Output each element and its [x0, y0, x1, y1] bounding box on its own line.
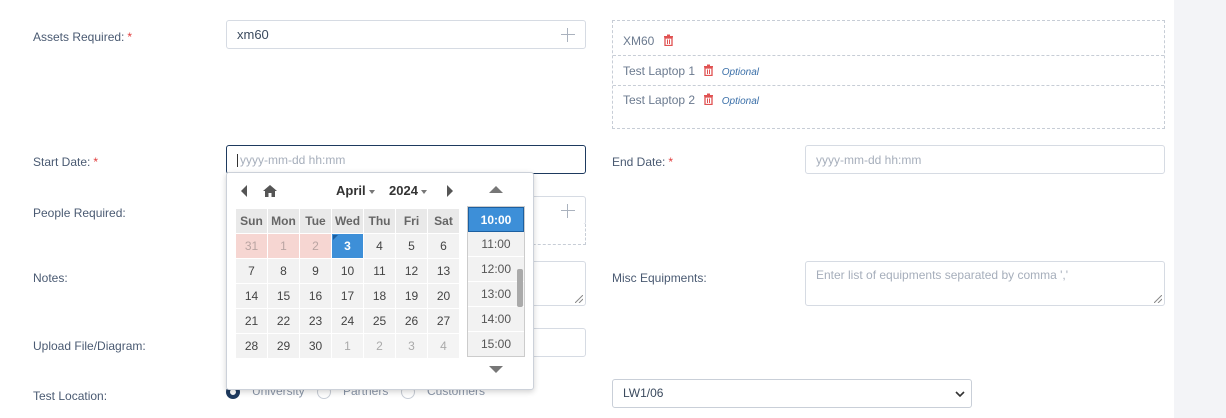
- day-cell[interactable]: 1: [267, 233, 300, 259]
- location-label: Test Location:: [33, 389, 108, 403]
- required-marker: *: [127, 30, 133, 44]
- day-cell[interactable]: 5: [395, 233, 428, 259]
- day-cell[interactable]: 7: [235, 258, 268, 284]
- day-cell[interactable]: 27: [427, 308, 460, 334]
- trash-icon[interactable]: [703, 86, 714, 116]
- day-cell[interactable]: 8: [267, 258, 300, 284]
- day-cell[interactable]: 13: [427, 258, 460, 284]
- room-select-value: LW1/06: [623, 386, 664, 400]
- time-down-icon[interactable]: [489, 366, 503, 373]
- caret-down-icon: [420, 189, 427, 194]
- misc-label: Misc Equipments:: [612, 271, 707, 285]
- month-select[interactable]: April: [336, 183, 375, 198]
- assets-label: Assets Required: *: [33, 30, 133, 44]
- next-month-icon[interactable]: [447, 185, 453, 197]
- text-cursor: [237, 154, 238, 168]
- start-date-label: Start Date: *: [33, 155, 99, 169]
- day-cell[interactable]: 2: [299, 233, 332, 259]
- resize-handle-icon[interactable]: [575, 295, 583, 303]
- weekday-header: Mon: [267, 208, 300, 234]
- trash-icon[interactable]: [663, 27, 674, 57]
- weekday-header: Sun: [235, 208, 268, 234]
- day-cell[interactable]: 26: [395, 308, 428, 334]
- notes-label: Notes:: [33, 271, 68, 285]
- asset-item: XM60: [613, 26, 1164, 56]
- day-cell[interactable]: 10: [331, 258, 364, 284]
- end-date-label: End Date: *: [612, 155, 674, 169]
- day-cell[interactable]: 15: [267, 283, 300, 309]
- day-cell-selected[interactable]: 3: [331, 233, 364, 259]
- day-cell[interactable]: 6: [427, 233, 460, 259]
- misc-textarea[interactable]: Enter list of equipments separated by co…: [805, 261, 1165, 306]
- time-option[interactable]: 14:00: [468, 307, 524, 332]
- day-cell[interactable]: 12: [395, 258, 428, 284]
- weekday-header: Fri: [395, 208, 428, 234]
- day-cell[interactable]: 28: [235, 333, 268, 359]
- day-cell[interactable]: 1: [331, 333, 364, 359]
- end-date-input[interactable]: yyyy-mm-dd hh:mm: [805, 145, 1165, 174]
- day-cell[interactable]: 17: [331, 283, 364, 309]
- start-date-placeholder: yyyy-mm-dd hh:mm: [240, 153, 346, 167]
- chevron-down-icon: [955, 391, 965, 397]
- assets-input[interactable]: xm60: [226, 20, 586, 49]
- required-marker: *: [668, 155, 674, 169]
- day-cell[interactable]: 29: [267, 333, 300, 359]
- upload-label: Upload File/Diagram:: [33, 339, 146, 353]
- day-cell[interactable]: 3: [395, 333, 428, 359]
- datepicker-popup: April 2024 Sun Mon Tue Wed Thu Fri Sat 3…: [226, 172, 534, 390]
- time-list[interactable]: 10:00 11:00 12:00 13:00 14:00 15:00: [467, 206, 525, 357]
- assets-input-value: xm60: [237, 27, 269, 42]
- home-icon[interactable]: [263, 185, 277, 197]
- time-option[interactable]: 13:00: [468, 282, 524, 307]
- optional-tag: Optional: [721, 67, 759, 78]
- day-cell[interactable]: 25: [363, 308, 396, 334]
- weekday-header: Sat: [427, 208, 460, 234]
- day-cell[interactable]: 16: [299, 283, 332, 309]
- day-cell[interactable]: 18: [363, 283, 396, 309]
- end-date-placeholder: yyyy-mm-dd hh:mm: [816, 153, 922, 167]
- weekday-header: Thu: [363, 208, 396, 234]
- asset-item: Test Laptop 1 Optional: [613, 56, 1164, 86]
- add-asset-icon[interactable]: [561, 28, 575, 42]
- day-cell[interactable]: 4: [363, 233, 396, 259]
- calendar-grid: Sun Mon Tue Wed Thu Fri Sat 31 1 2 3 4 5…: [235, 208, 460, 359]
- day-cell[interactable]: 19: [395, 283, 428, 309]
- day-cell[interactable]: 31: [235, 233, 268, 259]
- start-date-input[interactable]: yyyy-mm-dd hh:mm: [226, 145, 586, 174]
- caret-down-icon: [368, 189, 375, 194]
- time-option[interactable]: 11:00: [468, 232, 524, 257]
- day-cell[interactable]: 2: [363, 333, 396, 359]
- time-scrollbar[interactable]: [517, 269, 523, 307]
- day-cell[interactable]: 21: [235, 308, 268, 334]
- form-panel: Assets Required: * xm60 XM60 Test Laptop …: [0, 0, 1174, 418]
- year-select[interactable]: 2024: [389, 183, 427, 198]
- room-select[interactable]: LW1/06: [612, 379, 972, 408]
- asset-item: Test Laptop 2 Optional: [613, 85, 1164, 115]
- people-label: People Required:: [33, 206, 126, 220]
- time-option-selected[interactable]: 10:00: [468, 207, 524, 232]
- weekday-header: Wed: [331, 208, 364, 234]
- day-cell[interactable]: 4: [427, 333, 460, 359]
- weekday-header: Tue: [299, 208, 332, 234]
- add-person-icon[interactable]: [561, 204, 575, 218]
- prev-month-icon[interactable]: [241, 185, 247, 197]
- optional-tag: Optional: [721, 96, 759, 107]
- trash-icon[interactable]: [703, 57, 714, 87]
- day-cell[interactable]: 11: [363, 258, 396, 284]
- time-up-icon[interactable]: [489, 186, 503, 193]
- day-cell[interactable]: 22: [267, 308, 300, 334]
- day-cell[interactable]: 14: [235, 283, 268, 309]
- required-marker: *: [93, 155, 99, 169]
- assets-list: XM60 Test Laptop 1 Optional Test Laptop …: [612, 20, 1165, 129]
- day-cell[interactable]: 30: [299, 333, 332, 359]
- day-cell[interactable]: 20: [427, 283, 460, 309]
- day-cell[interactable]: 9: [299, 258, 332, 284]
- time-option[interactable]: 15:00: [468, 332, 524, 356]
- day-cell[interactable]: 24: [331, 308, 364, 334]
- misc-placeholder: Enter list of equipments separated by co…: [816, 268, 1069, 282]
- day-cell[interactable]: 23: [299, 308, 332, 334]
- time-option[interactable]: 12:00: [468, 257, 524, 282]
- resize-handle-icon[interactable]: [1154, 295, 1162, 303]
